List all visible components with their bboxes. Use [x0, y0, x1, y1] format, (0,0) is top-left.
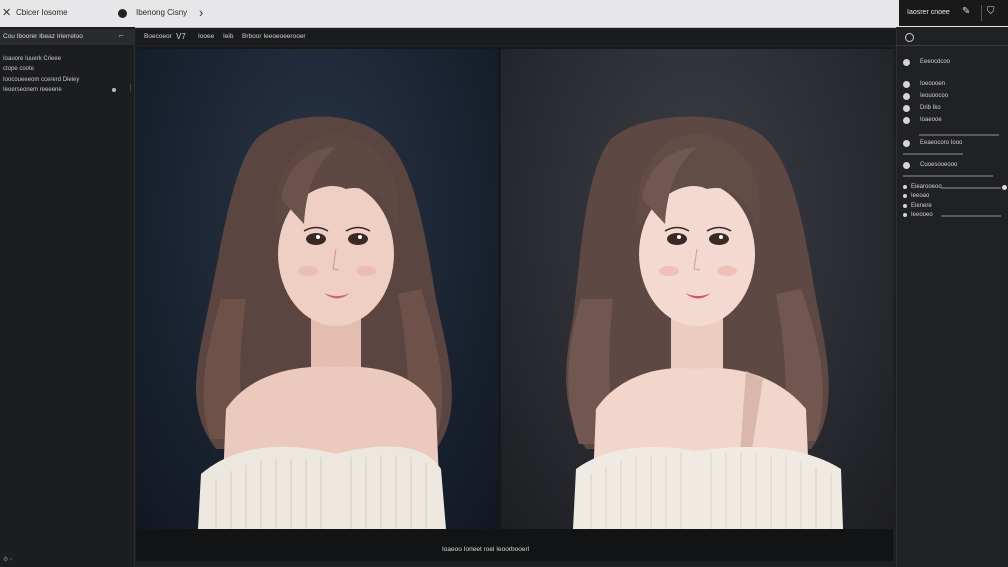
right-panel: Eeeocdcoo Ioeoooen Ieouoocoo Drib Iko Io…: [896, 27, 1008, 567]
settings-icon[interactable]: ⚙ ›: [3, 556, 12, 563]
list-item[interactable]: Ioauore Iuuerk Crieee: [3, 56, 61, 62]
slider-knob[interactable]: [1002, 185, 1007, 190]
bullet-icon: [903, 194, 907, 198]
document-title[interactable]: Ibenong Cisny: [136, 8, 187, 17]
circle-icon: [903, 162, 910, 169]
toggle-icon[interactable]: [905, 33, 914, 42]
topbar-right-group: Iaosrer cnoee ✎ ⛉: [899, 0, 1008, 26]
property-label: Eeeocdcoo: [920, 59, 951, 65]
status-bar: Ioaeoo Iorleet roel Ieoorbooerl: [136, 529, 893, 561]
slider-track[interactable]: [903, 153, 963, 155]
toolbar-item[interactable]: Ieib: [223, 33, 233, 40]
portrait-illustration-right: [566, 116, 843, 529]
slider-label: Eiearooeoo: [911, 184, 942, 190]
app-title: Cbicer Iosome: [16, 8, 68, 17]
circle-icon: [903, 117, 910, 124]
circle-icon: [903, 93, 910, 100]
slider-track[interactable]: [941, 187, 1001, 189]
left-panel-title: Cou Iboorer Ibeaz Irierretoo: [3, 33, 83, 40]
left-panel-header[interactable]: Cou Iboorer Ibeaz Irierretoo ⌐: [0, 29, 134, 45]
portrait-illustration-left: [196, 116, 452, 529]
circle-icon: [903, 81, 910, 88]
title-bar: ✕ Cbicer Iosome Ibenong Cisny › Iaosrer …: [0, 0, 1008, 28]
toolbar-item[interactable]: V7: [176, 32, 186, 41]
divider: [897, 45, 1008, 46]
topbar-right-label[interactable]: Iaosrer cnoee: [907, 9, 950, 16]
status-text: Ioaeoo Iorleet roel Ieoorbooerl: [442, 546, 530, 553]
bullet-icon: [903, 185, 907, 189]
section-label: Eeaeocoro Iooo: [920, 140, 963, 146]
image-before[interactable]: [136, 49, 498, 529]
list-item[interactable]: ctope coote: [3, 66, 34, 72]
canvas-toolbar: Boecoeor V7 Iooee Ieib Brboor Ieeoeoeero…: [136, 29, 896, 45]
status-dot-icon: [112, 88, 116, 92]
bullet-icon: [903, 213, 907, 217]
record-icon[interactable]: [118, 9, 127, 18]
slider-track[interactable]: [941, 215, 1001, 217]
left-panel: Cou Iboorer Ibeaz Irierretoo ⌐ Ioauore I…: [0, 27, 135, 567]
expand-icon[interactable]: ⌐: [119, 31, 124, 40]
toolbar-item[interactable]: Iooee: [198, 33, 214, 40]
image-canvas[interactable]: [136, 47, 893, 529]
slider-label: Ieeooeo: [911, 212, 933, 218]
toolbar-item[interactable]: Brboor Ieeoeoeerooer: [242, 33, 306, 40]
property-label: Drib Iko: [920, 105, 941, 111]
slider-label: Eienere: [911, 203, 932, 209]
close-icon[interactable]: ✕: [2, 6, 11, 19]
property-label: Ioaeooe: [920, 117, 942, 123]
chevron-right-icon[interactable]: ›: [199, 5, 203, 20]
toolbar-item[interactable]: Boecoeor: [144, 33, 172, 40]
slider-track[interactable]: [919, 134, 999, 136]
bullet-icon: [903, 204, 907, 208]
brush-icon[interactable]: ✎: [962, 6, 974, 18]
image-after[interactable]: [501, 49, 893, 529]
shield-icon[interactable]: ⛉: [987, 6, 995, 17]
property-label: Ioeoooen: [920, 81, 946, 87]
divider: [981, 5, 982, 21]
circle-icon: [903, 140, 910, 147]
section-sub-label: Cuoesooeooo: [920, 162, 958, 168]
list-item[interactable]: Ioocoueeeom ccererd Dieiey: [3, 77, 79, 83]
slider-track[interactable]: [903, 175, 993, 177]
more-options-icon[interactable]: ⋮: [127, 84, 134, 92]
list-item[interactable]: Ieoerseonem reeeene: [3, 87, 62, 93]
slider-label: Ieeoao: [911, 193, 930, 199]
property-label: Ieouoocoo: [920, 93, 949, 99]
circle-icon: [903, 105, 910, 112]
circle-icon: [903, 59, 910, 66]
